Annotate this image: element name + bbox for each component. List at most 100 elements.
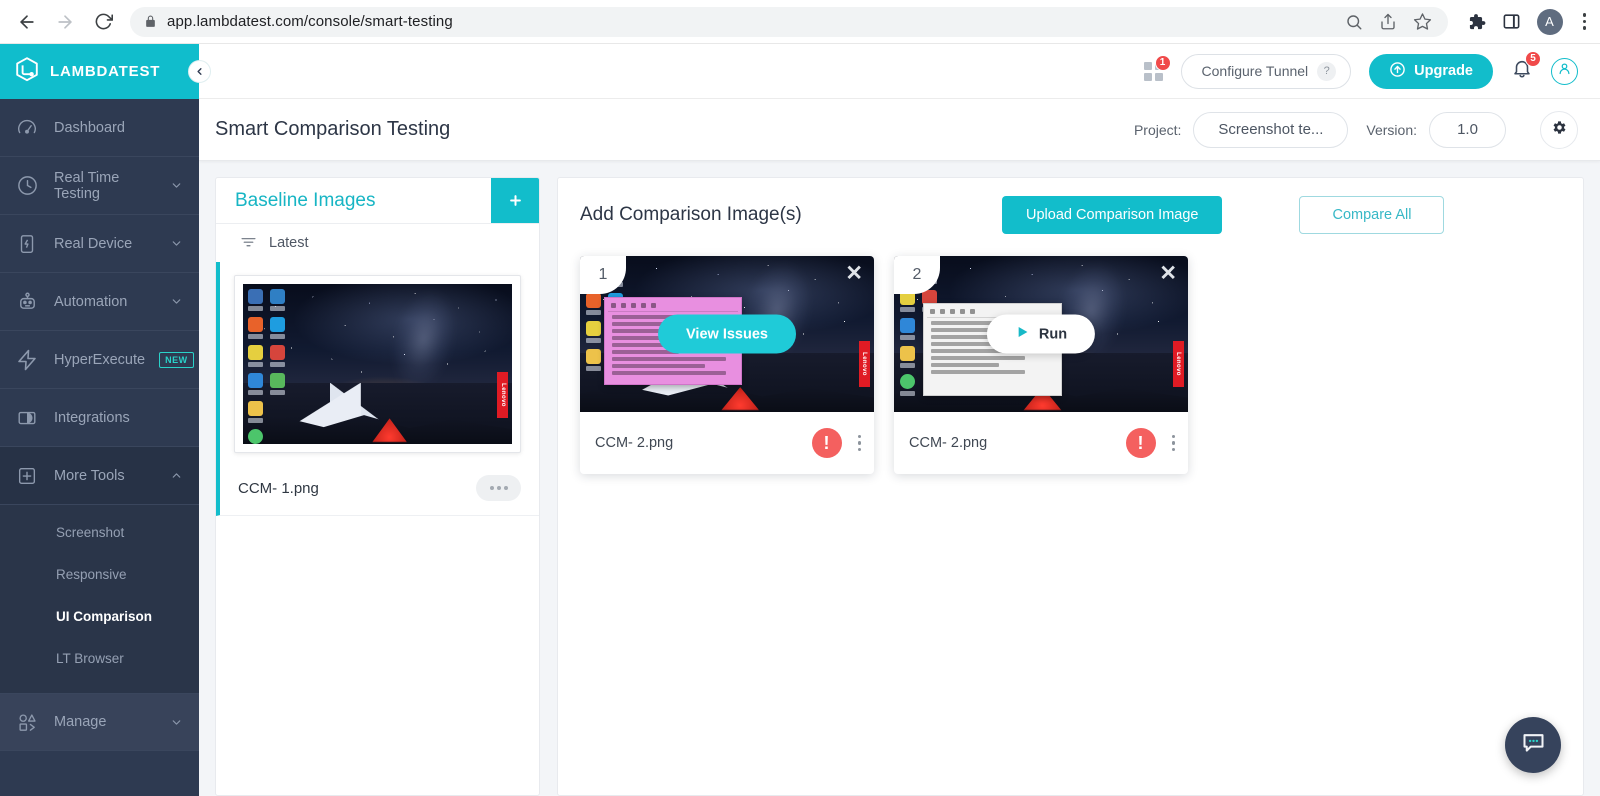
sidebar-item-ui-comparison[interactable]: UI Comparison [0, 595, 199, 637]
baseline-image-list: Lenovo CCM- 1.png [216, 262, 539, 795]
version-select[interactable]: 1.0 [1429, 111, 1506, 148]
browser-profile-avatar[interactable]: A [1536, 8, 1563, 35]
comparison-file-name: CCM- 2.png [595, 435, 674, 451]
run-label: Run [1038, 326, 1068, 342]
project-label: Project: [1133, 121, 1182, 138]
project-select[interactable]: Screenshot te... [1193, 111, 1349, 148]
back-button[interactable] [10, 5, 44, 39]
add-baseline-button[interactable] [491, 178, 539, 223]
baseline-images-panel: Baseline Images Latest Lenovo CCM- 1.png [215, 177, 540, 796]
sidebar-item-screenshot[interactable]: Screenshot [0, 511, 199, 553]
page-title: Smart Comparison Testing [215, 118, 451, 140]
error-exclamation-icon[interactable]: ! [811, 428, 842, 458]
sidebar-item-hyperexecute[interactable]: HyperExecute NEW [0, 331, 199, 389]
gear-icon [1551, 119, 1568, 141]
app-grid-button[interactable]: 1 [1143, 54, 1171, 81]
sidebar-item-label: Real Time Testing [54, 169, 120, 202]
extensions-puzzle-icon[interactable] [1466, 12, 1486, 32]
comparison-cards-row: Lenovo 1 ✕ View Issues CCM- 2.png ! Leno… [580, 256, 1561, 474]
comparison-card[interactable]: Lenovo 2 ✕ Run CCM- 2.png ! [894, 256, 1188, 474]
baseline-thumbnail-frame: Lenovo [234, 275, 521, 453]
run-button[interactable]: Run [986, 314, 1096, 354]
user-avatar-button[interactable] [1551, 57, 1578, 85]
forward-arrow-icon [58, 14, 72, 29]
comparison-card-footer: CCM- 2.png ! [894, 412, 1188, 474]
baseline-panel-title: Baseline Images [235, 189, 376, 211]
share-icon[interactable] [1379, 13, 1397, 31]
sidebar-item-label: More Tools [54, 467, 125, 484]
side-panel-icon[interactable] [1502, 12, 1521, 31]
sub-item-label: Responsive [56, 566, 127, 582]
sidebar-item-label: Dashboard [54, 119, 125, 136]
question-mark-icon[interactable]: ? [1317, 61, 1337, 81]
comparison-card[interactable]: Lenovo 1 ✕ View Issues CCM- 2.png ! [580, 256, 874, 474]
sub-item-label: UI Comparison [56, 608, 153, 624]
notifications-button[interactable]: 5 [1511, 50, 1541, 85]
compare-all-button[interactable]: Compare All [1299, 196, 1445, 234]
browser-toolbar: app.lambdatest.com/console/smart-testing… [0, 0, 1600, 44]
baseline-thumbnail-image: Lenovo [243, 284, 512, 444]
chevron-up-icon [170, 469, 183, 482]
filter-sort-icon [240, 233, 257, 254]
address-bar[interactable]: app.lambdatest.com/console/smart-testing [130, 6, 1448, 37]
chevron-down-icon [170, 179, 183, 192]
error-exclamation-icon[interactable]: ! [1125, 428, 1156, 458]
sidebar: LAMBDATEST Dashboard Real Time Testing R… [0, 44, 211, 796]
chat-support-button[interactable] [1505, 717, 1561, 773]
back-arrow-icon [20, 14, 34, 29]
sub-item-label: LT Browser [56, 650, 124, 666]
sidebar-item-real-time-testing[interactable]: Real Time Testing [0, 157, 199, 215]
sidebar-item-label: Automation [54, 293, 128, 310]
user-avatar-icon [1557, 61, 1572, 81]
card-options-button[interactable] [1166, 434, 1175, 452]
chevron-down-icon [170, 295, 183, 308]
upgrade-label: Upgrade [1414, 63, 1473, 79]
view-issues-label: View Issues [686, 326, 768, 342]
baseline-more-options-button[interactable] [476, 475, 521, 501]
speedometer-icon [14, 117, 40, 139]
chevron-down-icon [170, 237, 183, 250]
baseline-item[interactable]: Lenovo CCM- 1.png [216, 262, 539, 516]
project-selector-group: Project: Screenshot te... [1133, 111, 1349, 148]
chevron-left-icon [197, 68, 202, 75]
sidebar-item-responsive[interactable]: Responsive [0, 553, 199, 595]
browser-menu-icon[interactable] [1579, 13, 1591, 30]
upgrade-button[interactable]: Upgrade [1369, 53, 1493, 89]
zoom-out-icon[interactable] [1345, 13, 1363, 31]
upload-circle-icon [1389, 61, 1406, 82]
baseline-filter-row[interactable]: Latest [216, 224, 539, 262]
sidebar-item-real-device[interactable]: Real Device [0, 215, 199, 273]
more-tools-submenu: Screenshot Responsive UI Comparison LT B… [0, 505, 199, 693]
sidebar-item-automation[interactable]: Automation [0, 273, 199, 331]
configure-tunnel-button[interactable]: Configure Tunnel ? [1180, 53, 1352, 89]
sidebar-item-more-tools[interactable]: More Tools [0, 447, 199, 505]
forward-button[interactable] [48, 5, 82, 39]
comparison-panel-header: Add Comparison Image(s) Upload Compariso… [580, 196, 1561, 234]
sidebar-item-label: Integrations [54, 409, 130, 426]
comparison-card-image: Lenovo 1 ✕ View Issues [580, 256, 874, 412]
sub-item-label: Screenshot [56, 524, 125, 540]
sidebar-collapse-button[interactable] [188, 60, 211, 83]
bookmark-star-icon[interactable] [1413, 12, 1432, 31]
sidebar-item-lt-browser[interactable]: LT Browser [0, 637, 199, 679]
settings-button[interactable] [1540, 110, 1578, 149]
plus-icon [509, 195, 521, 206]
top-bar: 1 Configure Tunnel ? Upgrade 5 [199, 44, 1600, 99]
close-card-button[interactable]: ✕ [1159, 263, 1177, 284]
upload-comparison-image-button[interactable]: Upload Comparison Image [1002, 196, 1223, 234]
lambdatest-logo-icon [14, 56, 40, 88]
shapes-icon [14, 711, 40, 734]
sidebar-item-manage[interactable]: Manage [0, 693, 199, 751]
configure-tunnel-label: Configure Tunnel [1201, 63, 1309, 79]
filter-label: Latest [269, 235, 309, 251]
comparison-card-image: Lenovo 2 ✕ Run [894, 256, 1188, 412]
reload-button[interactable] [86, 5, 120, 39]
card-options-button[interactable] [852, 434, 861, 452]
view-issues-button[interactable]: View Issues [658, 314, 796, 354]
integrations-icon [14, 407, 40, 429]
sidebar-item-label: Manage [54, 714, 107, 730]
close-card-button[interactable]: ✕ [845, 263, 863, 284]
sidebar-item-integrations[interactable]: Integrations [0, 389, 199, 447]
sidebar-item-dashboard[interactable]: Dashboard [0, 99, 199, 157]
lock-icon [144, 15, 157, 28]
